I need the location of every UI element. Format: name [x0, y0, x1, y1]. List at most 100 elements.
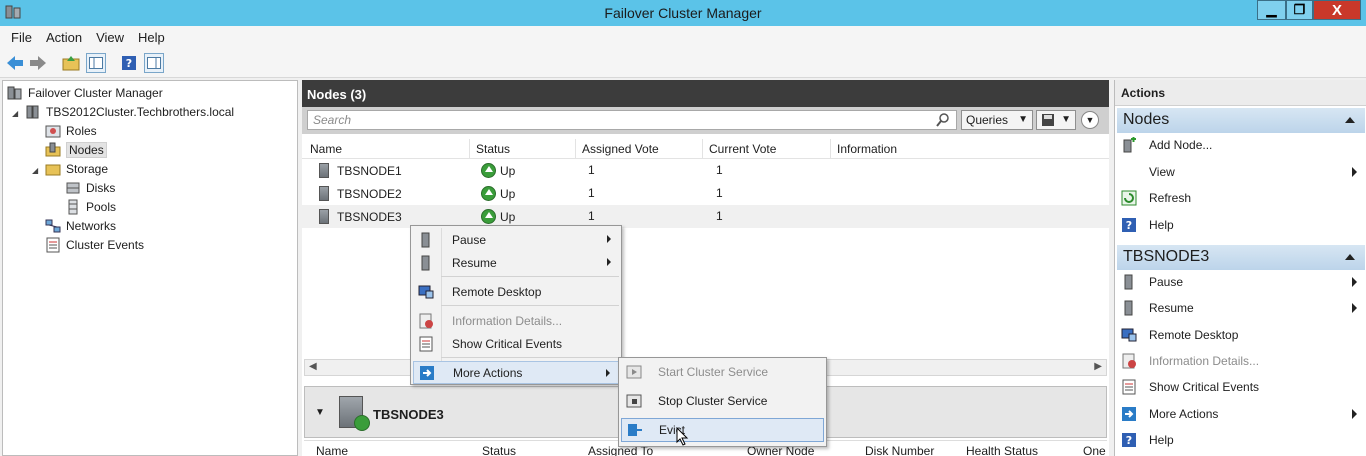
node-status: Up	[500, 209, 516, 224]
tree-item-cluster-events[interactable]: Cluster Events	[45, 235, 144, 254]
help-icon[interactable]: ?	[119, 53, 139, 73]
tree-item-pools[interactable]: Pools	[65, 197, 116, 216]
action-help-node[interactable]: ? Help	[1121, 429, 1361, 451]
navigation-tree: Failover Cluster Manager ◢ TBS2012Cluste…	[2, 80, 298, 456]
context-show-critical-events[interactable]: Show Critical Events	[413, 332, 619, 355]
action-remote-desktop[interactable]: Remote Desktop	[1121, 324, 1361, 346]
scroll-left-icon[interactable]: ◀	[309, 361, 317, 372]
context-information-details[interactable]: Information Details...	[413, 309, 619, 332]
action-label: Refresh	[1149, 191, 1192, 205]
context-label: Information Details...	[452, 313, 563, 328]
more-actions-icon	[1121, 406, 1137, 422]
tree-item-roles[interactable]: Roles	[45, 121, 97, 140]
node-name: TBSNODE1	[337, 163, 402, 178]
forward-arrow-icon[interactable]	[28, 53, 48, 73]
tree-item-storage[interactable]: Storage	[45, 159, 108, 178]
scroll-right-icon[interactable]: ▶	[1094, 361, 1102, 372]
action-pause[interactable]: Pause	[1121, 271, 1361, 293]
submenu-label: Start Cluster Service	[658, 365, 769, 379]
show-hide-action-pane-icon[interactable]	[144, 53, 164, 73]
actions-section-node[interactable]: TBSNODE3	[1117, 245, 1365, 270]
information-details-icon	[1121, 353, 1137, 369]
tree-item-cluster[interactable]: TBS2012Cluster.Techbrothers.local	[25, 102, 234, 121]
collapse-detail-icon[interactable]: ▼	[315, 407, 325, 418]
status-up-icon	[481, 163, 496, 178]
detail-title: TBSNODE3	[373, 407, 444, 422]
back-arrow-icon[interactable]	[5, 53, 25, 73]
stop-service-icon	[626, 393, 642, 409]
column-status[interactable]: Status	[470, 139, 576, 159]
pools-icon	[65, 199, 81, 215]
actions-section-nodes[interactable]: Nodes	[1117, 108, 1365, 133]
action-refresh[interactable]: Refresh	[1121, 187, 1361, 209]
server-node-icon	[319, 163, 329, 178]
context-remote-desktop[interactable]: Remote Desktop	[413, 280, 619, 303]
table-row[interactable]: TBSNODE1 Up 1 1	[302, 159, 1109, 182]
expand-storage-icon[interactable]: ◢	[32, 166, 38, 175]
submenu-evict[interactable]: Evict	[621, 418, 824, 442]
window-title: Failover Cluster Manager	[604, 5, 762, 21]
tree-item-disks[interactable]: Disks	[65, 178, 115, 197]
tree-item-root[interactable]: Failover Cluster Manager	[7, 83, 163, 102]
evict-icon	[627, 422, 643, 438]
menu-view[interactable]: View	[89, 30, 131, 45]
action-label: Resume	[1149, 301, 1194, 315]
help-icon: ?	[1121, 432, 1137, 448]
tree-item-nodes[interactable]: Nodes	[45, 140, 107, 159]
action-more-actions[interactable]: More Actions	[1121, 403, 1361, 425]
save-query-button[interactable]: ▼	[1036, 110, 1076, 130]
action-view[interactable]: View	[1121, 161, 1361, 183]
collapse-search-icon[interactable]: ▼	[1081, 111, 1099, 129]
search-input[interactable]: Search	[307, 110, 957, 130]
context-label: Show Critical Events	[452, 336, 563, 351]
node-assigned-vote: 1	[588, 209, 595, 223]
column-information[interactable]: Information	[831, 139, 1109, 159]
resume-icon	[418, 255, 434, 271]
action-resume[interactable]: Resume	[1121, 297, 1361, 319]
submenu-arrow-icon	[1352, 277, 1357, 287]
action-label: Help	[1149, 433, 1174, 447]
context-pause[interactable]: Pause	[413, 228, 619, 251]
detail-column-disk-number[interactable]: Disk Number	[865, 444, 934, 456]
action-add-node[interactable]: Add Node...	[1121, 134, 1361, 156]
chevron-down-icon: ▼	[1061, 114, 1071, 125]
minimize-button[interactable]: ▁	[1257, 0, 1286, 20]
mouse-cursor-icon	[676, 426, 690, 450]
submenu-arrow-icon	[1352, 409, 1357, 419]
submenu-stop-cluster-service[interactable]: Stop Cluster Service	[621, 389, 824, 413]
menu-file[interactable]: File	[4, 30, 39, 45]
queries-button[interactable]: Queries ▼	[961, 110, 1033, 130]
close-button[interactable]: X	[1313, 0, 1361, 20]
tree-item-networks[interactable]: Networks	[45, 216, 116, 235]
action-label: Help	[1149, 218, 1174, 232]
storage-folder-icon	[45, 161, 61, 177]
expand-cluster-icon[interactable]: ◢	[12, 109, 18, 118]
node-assigned-vote: 1	[588, 186, 595, 200]
column-name[interactable]: Name	[304, 139, 470, 159]
menu-bar: File Action View Help	[0, 26, 1366, 48]
detail-column-more[interactable]: One	[1083, 444, 1106, 456]
submenu-arrow-icon	[607, 235, 611, 243]
action-show-critical-events[interactable]: Show Critical Events	[1121, 376, 1361, 398]
column-current-vote[interactable]: Current Vote	[703, 139, 831, 159]
maximize-button[interactable]: ❐	[1286, 0, 1313, 20]
action-information-details[interactable]: Information Details...	[1121, 350, 1361, 372]
submenu-label: Stop Cluster Service	[658, 394, 768, 408]
context-more-actions[interactable]: More Actions	[413, 361, 619, 384]
action-help[interactable]: ? Help	[1121, 214, 1361, 236]
detail-column-status[interactable]: Status	[482, 444, 516, 456]
detail-column-health-status[interactable]: Health Status	[966, 444, 1038, 456]
column-assigned-vote[interactable]: Assigned Vote	[576, 139, 703, 159]
up-folder-icon[interactable]	[61, 53, 81, 73]
context-resume[interactable]: Resume	[413, 251, 619, 274]
menu-help[interactable]: Help	[131, 30, 172, 45]
pause-icon	[1121, 274, 1137, 290]
submenu-start-cluster-service[interactable]: Start Cluster Service	[621, 360, 824, 384]
show-hide-tree-icon[interactable]	[86, 53, 106, 73]
table-row[interactable]: TBSNODE2 Up 1 1	[302, 182, 1109, 205]
action-label: View	[1149, 165, 1175, 179]
menu-action[interactable]: Action	[39, 30, 89, 45]
detail-column-name[interactable]: Name	[316, 444, 348, 456]
collapse-section-icon[interactable]	[1345, 117, 1355, 123]
collapse-section-icon[interactable]	[1345, 254, 1355, 260]
